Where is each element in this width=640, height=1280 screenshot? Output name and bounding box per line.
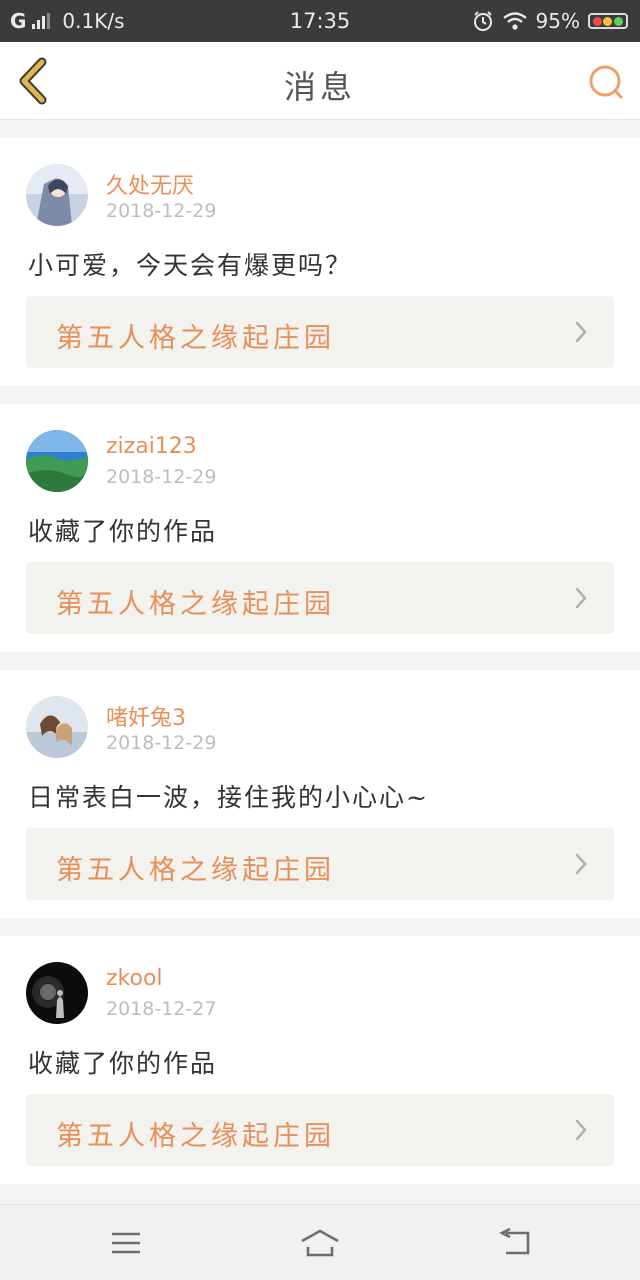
message-date: 2018-12-29 — [106, 200, 217, 222]
message-card: 久处无厌 2018-12-29 小可爱，今天会有爆更吗？ 第五人格之缘起庄园 — [0, 138, 640, 386]
status-right: 95% — [472, 9, 628, 33]
avatar[interactable] — [26, 696, 88, 758]
username[interactable]: 久处无厌 — [106, 168, 194, 200]
work-title: 第五人格之缘起庄园 — [56, 1121, 335, 1152]
avatar[interactable] — [26, 430, 88, 492]
username[interactable]: zizai123 — [106, 434, 197, 459]
message-list: 久处无厌 2018-12-29 小可爱，今天会有爆更吗？ 第五人格之缘起庄园 z… — [0, 138, 640, 1202]
home-icon[interactable] — [298, 1225, 342, 1261]
menu-icon[interactable] — [104, 1225, 148, 1261]
search-icon[interactable] — [586, 62, 626, 102]
battery-percent: 95% — [535, 9, 580, 33]
work-link[interactable]: 第五人格之缘起庄园 — [26, 296, 614, 368]
chevron-right-icon — [575, 853, 587, 875]
status-bar: G 0.1K/s 17:35 95% — [0, 0, 640, 42]
battery-icon — [588, 13, 628, 29]
app-header: 消息 — [0, 42, 640, 120]
work-link[interactable]: 第五人格之缘起庄园 — [26, 562, 614, 634]
work-link[interactable]: 第五人格之缘起庄园 — [26, 1094, 614, 1166]
work-title: 第五人格之缘起庄园 — [56, 589, 335, 620]
message-date: 2018-12-29 — [106, 466, 217, 488]
chevron-right-icon — [575, 587, 587, 609]
message-card: 啫奷兔3 2018-12-29 日常表白一波，接住我的小心心~ 第五人格之缘起庄… — [0, 670, 640, 918]
message-card: zizai123 2018-12-29 收藏了你的作品 第五人格之缘起庄园 — [0, 404, 640, 652]
message-date: 2018-12-29 — [106, 732, 217, 754]
wifi-icon — [502, 12, 527, 30]
work-title: 第五人格之缘起庄园 — [56, 323, 335, 354]
username[interactable]: 啫奷兔3 — [106, 700, 186, 732]
chevron-right-icon — [575, 321, 587, 343]
alarm-icon — [473, 11, 492, 31]
back-icon[interactable] — [494, 1225, 538, 1261]
message-card: zkool 2018-12-27 收藏了你的作品 第五人格之缘起庄园 — [0, 936, 640, 1184]
username[interactable]: zkool — [106, 966, 163, 991]
chevron-right-icon — [575, 1119, 587, 1141]
page-title: 消息 — [283, 68, 356, 106]
work-link[interactable]: 第五人格之缘起庄园 — [26, 828, 614, 900]
avatar[interactable] — [26, 962, 88, 1024]
message-date: 2018-12-27 — [106, 998, 217, 1020]
message-text: 小可爱，今天会有爆更吗？ — [28, 251, 353, 280]
message-text: 收藏了你的作品 — [28, 1049, 218, 1078]
avatar[interactable] — [26, 164, 88, 226]
message-text: 收藏了你的作品 — [28, 517, 218, 546]
message-text: 日常表白一波，接住我的小心心~ — [28, 783, 429, 812]
system-nav-bar — [0, 1204, 640, 1280]
work-title: 第五人格之缘起庄园 — [56, 855, 335, 886]
